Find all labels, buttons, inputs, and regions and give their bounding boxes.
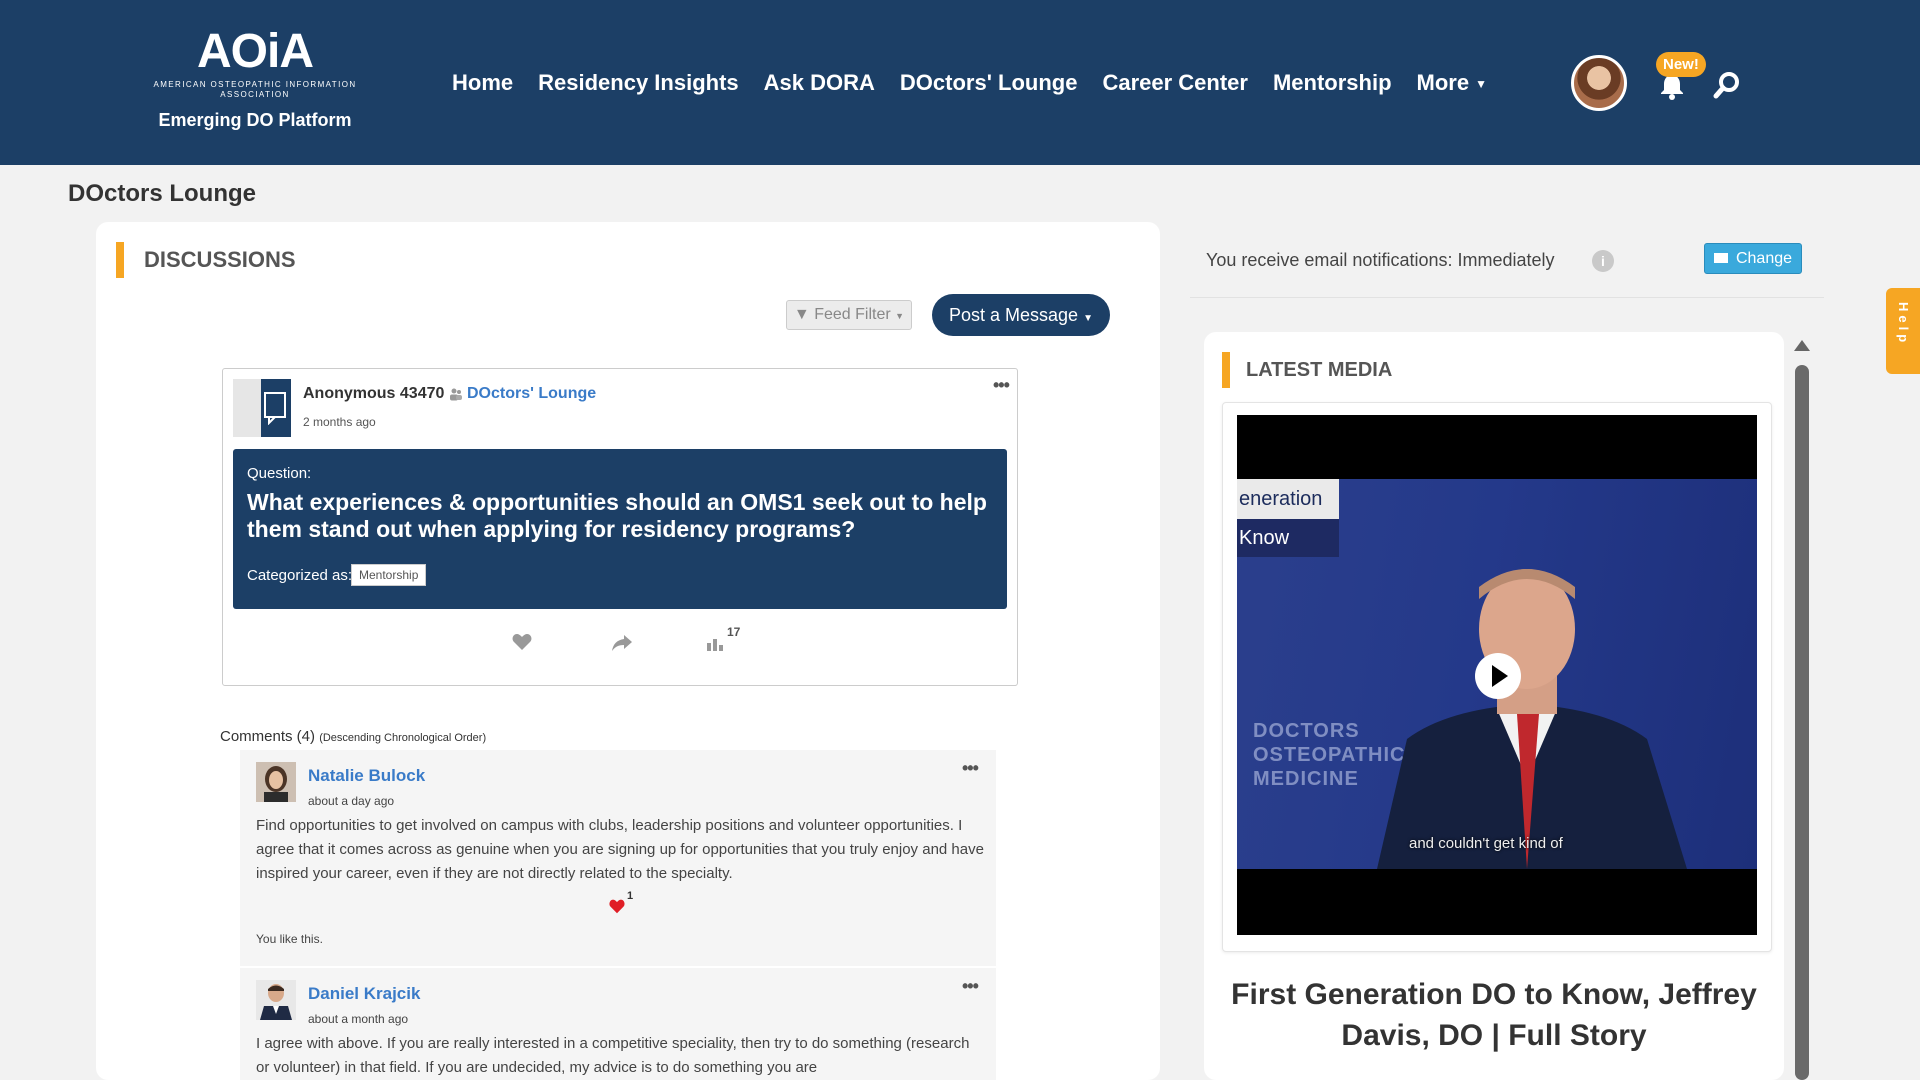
nav-residency-insights[interactable]: Residency Insights — [538, 70, 739, 96]
comment-text: I agree with above. If you are really in… — [256, 1035, 970, 1076]
nav-mentorship[interactable]: Mentorship — [1273, 70, 1392, 96]
chevron-down-icon: ▼ — [895, 311, 905, 321]
like-heart-icon[interactable] — [511, 631, 533, 653]
nav-doctors-lounge[interactable]: DOctors' Lounge — [900, 70, 1078, 96]
comments-heading: Comments (4) (Descending Chronological O… — [220, 728, 486, 745]
comments-order: (Descending Chronological Order) — [319, 732, 487, 744]
user-avatar[interactable] — [1571, 55, 1627, 111]
filter-icon: ▼ — [793, 306, 810, 323]
envelope-icon — [1713, 253, 1728, 263]
commenter-name[interactable]: Natalie Bulock — [308, 766, 425, 786]
new-badge: New! — [1656, 52, 1706, 77]
liked-heart-icon[interactable] — [608, 898, 626, 914]
video-player[interactable]: eneration Know DOCTORS OSTEOPATHIC MEDIC… — [1237, 415, 1757, 935]
post-message-label: Post a Message — [949, 305, 1079, 325]
comment-like-count: 1 — [627, 890, 634, 902]
comments-count: Comments (4) — [220, 728, 316, 745]
comment-time: about a day ago — [308, 794, 395, 808]
comment-text: Find opportunities to get involved on ca… — [256, 817, 984, 882]
logo-subtext: AMERICAN OSTEOPATHIC INFORMATION ASSOCIA… — [153, 80, 357, 99]
nav-home[interactable]: Home — [452, 70, 513, 96]
change-notification-button[interactable]: Change — [1704, 243, 1802, 274]
feed-filter-dropdown[interactable]: ▼ Feed Filter ▼ — [786, 300, 912, 330]
commenter-avatar[interactable] — [256, 980, 296, 1020]
post-time: 2 months ago — [303, 415, 376, 429]
post-options-icon[interactable]: ••• — [993, 375, 1010, 396]
info-icon[interactable]: i — [1592, 250, 1614, 272]
views-chart-icon — [707, 639, 723, 651]
aoia-logo[interactable]: AOiA AMERICAN OSTEOPATHIC INFORMATION AS… — [150, 28, 360, 131]
logo-mark: AOiA — [197, 25, 314, 78]
chevron-down-icon: ▼ — [1083, 313, 1093, 324]
divider — [1190, 297, 1824, 298]
commenter-name[interactable]: Daniel Krajcik — [308, 984, 420, 1004]
play-button-icon[interactable] — [1475, 653, 1521, 699]
email-notification-text: You receive email notifications: Immedia… — [1206, 250, 1555, 270]
commenter-avatar[interactable] — [256, 762, 296, 802]
help-label: Help — [1896, 302, 1911, 347]
change-label: Change — [1735, 250, 1793, 267]
nav-more[interactable]: More ▼ — [1417, 70, 1487, 96]
top-navigation-bar: AOiA AMERICAN OSTEOPATHIC INFORMATION AS… — [0, 0, 1920, 165]
nav-ask-dora[interactable]: Ask DORA — [764, 70, 875, 96]
question-text: What experiences & opportunities should … — [247, 489, 987, 542]
discussion-post: Anonymous 43470 DOctors' Lounge 2 months… — [222, 368, 1018, 686]
categorized-label: Categorized as: — [247, 567, 353, 584]
media-title[interactable]: First Generation DO to Know, Jeffrey Dav… — [1220, 974, 1768, 1056]
comment-options-icon[interactable]: ••• — [962, 758, 979, 779]
main-nav: Home Residency Insights Ask DORA DOctors… — [452, 70, 1512, 96]
question-box: Question: What experiences & opportuniti… — [233, 449, 1007, 609]
anonymous-avatar-icon — [233, 379, 291, 437]
latest-media-heading: LATEST MEDIA — [1222, 352, 1392, 388]
post-actions: 17 — [223, 625, 1019, 661]
video-card: eneration Know DOCTORS OSTEOPATHIC MEDIC… — [1222, 402, 1772, 952]
video-subtitle: and couldn't get kind of — [1409, 835, 1563, 852]
nav-career-center[interactable]: Career Center — [1102, 70, 1248, 96]
post-group-link[interactable]: DOctors' Lounge — [467, 385, 596, 403]
views-count: 17 — [727, 625, 741, 639]
platform-name: Emerging DO Platform — [158, 110, 352, 130]
search-icon[interactable] — [1712, 70, 1742, 100]
comment-options-icon[interactable]: ••• — [962, 976, 979, 997]
latest-media-panel: LATEST MEDIA eneration Know DOCTORS OSTE… — [1204, 332, 1784, 1080]
chevron-down-icon: ▼ — [1475, 77, 1487, 92]
post-message-button[interactable]: Post a Message ▼ — [932, 294, 1110, 336]
video-overlay-text: eneration — [1237, 479, 1339, 519]
group-icon — [450, 388, 462, 401]
question-label: Question: — [247, 465, 312, 482]
help-tab[interactable]: Help — [1886, 288, 1920, 374]
scrollbar[interactable] — [1795, 365, 1809, 1080]
comment-time: about a month ago — [308, 1012, 409, 1026]
page-title: DOctors Lounge — [68, 180, 257, 207]
share-icon[interactable] — [611, 631, 633, 653]
comment-item: Natalie Bulock about a day ago ••• Find … — [240, 750, 996, 966]
nav-more-label: More — [1416, 70, 1470, 95]
speaker-figure — [1377, 569, 1687, 869]
scroll-up-arrow-icon[interactable] — [1794, 340, 1810, 351]
category-tag[interactable]: Mentorship — [351, 564, 427, 586]
feed-filter-label: Feed Filter — [814, 306, 891, 323]
comment-item: Daniel Krajcik about a month ago ••• I a… — [240, 968, 996, 1080]
you-like-text: You like this. — [256, 932, 323, 946]
discussions-panel: DISCUSSIONS ▼ Feed Filter ▼ Post a Messa… — [96, 222, 1160, 1080]
discussions-heading: DISCUSSIONS — [116, 242, 296, 278]
video-overlay-text: Know — [1237, 519, 1339, 557]
post-author[interactable]: Anonymous 43470 — [303, 385, 444, 403]
